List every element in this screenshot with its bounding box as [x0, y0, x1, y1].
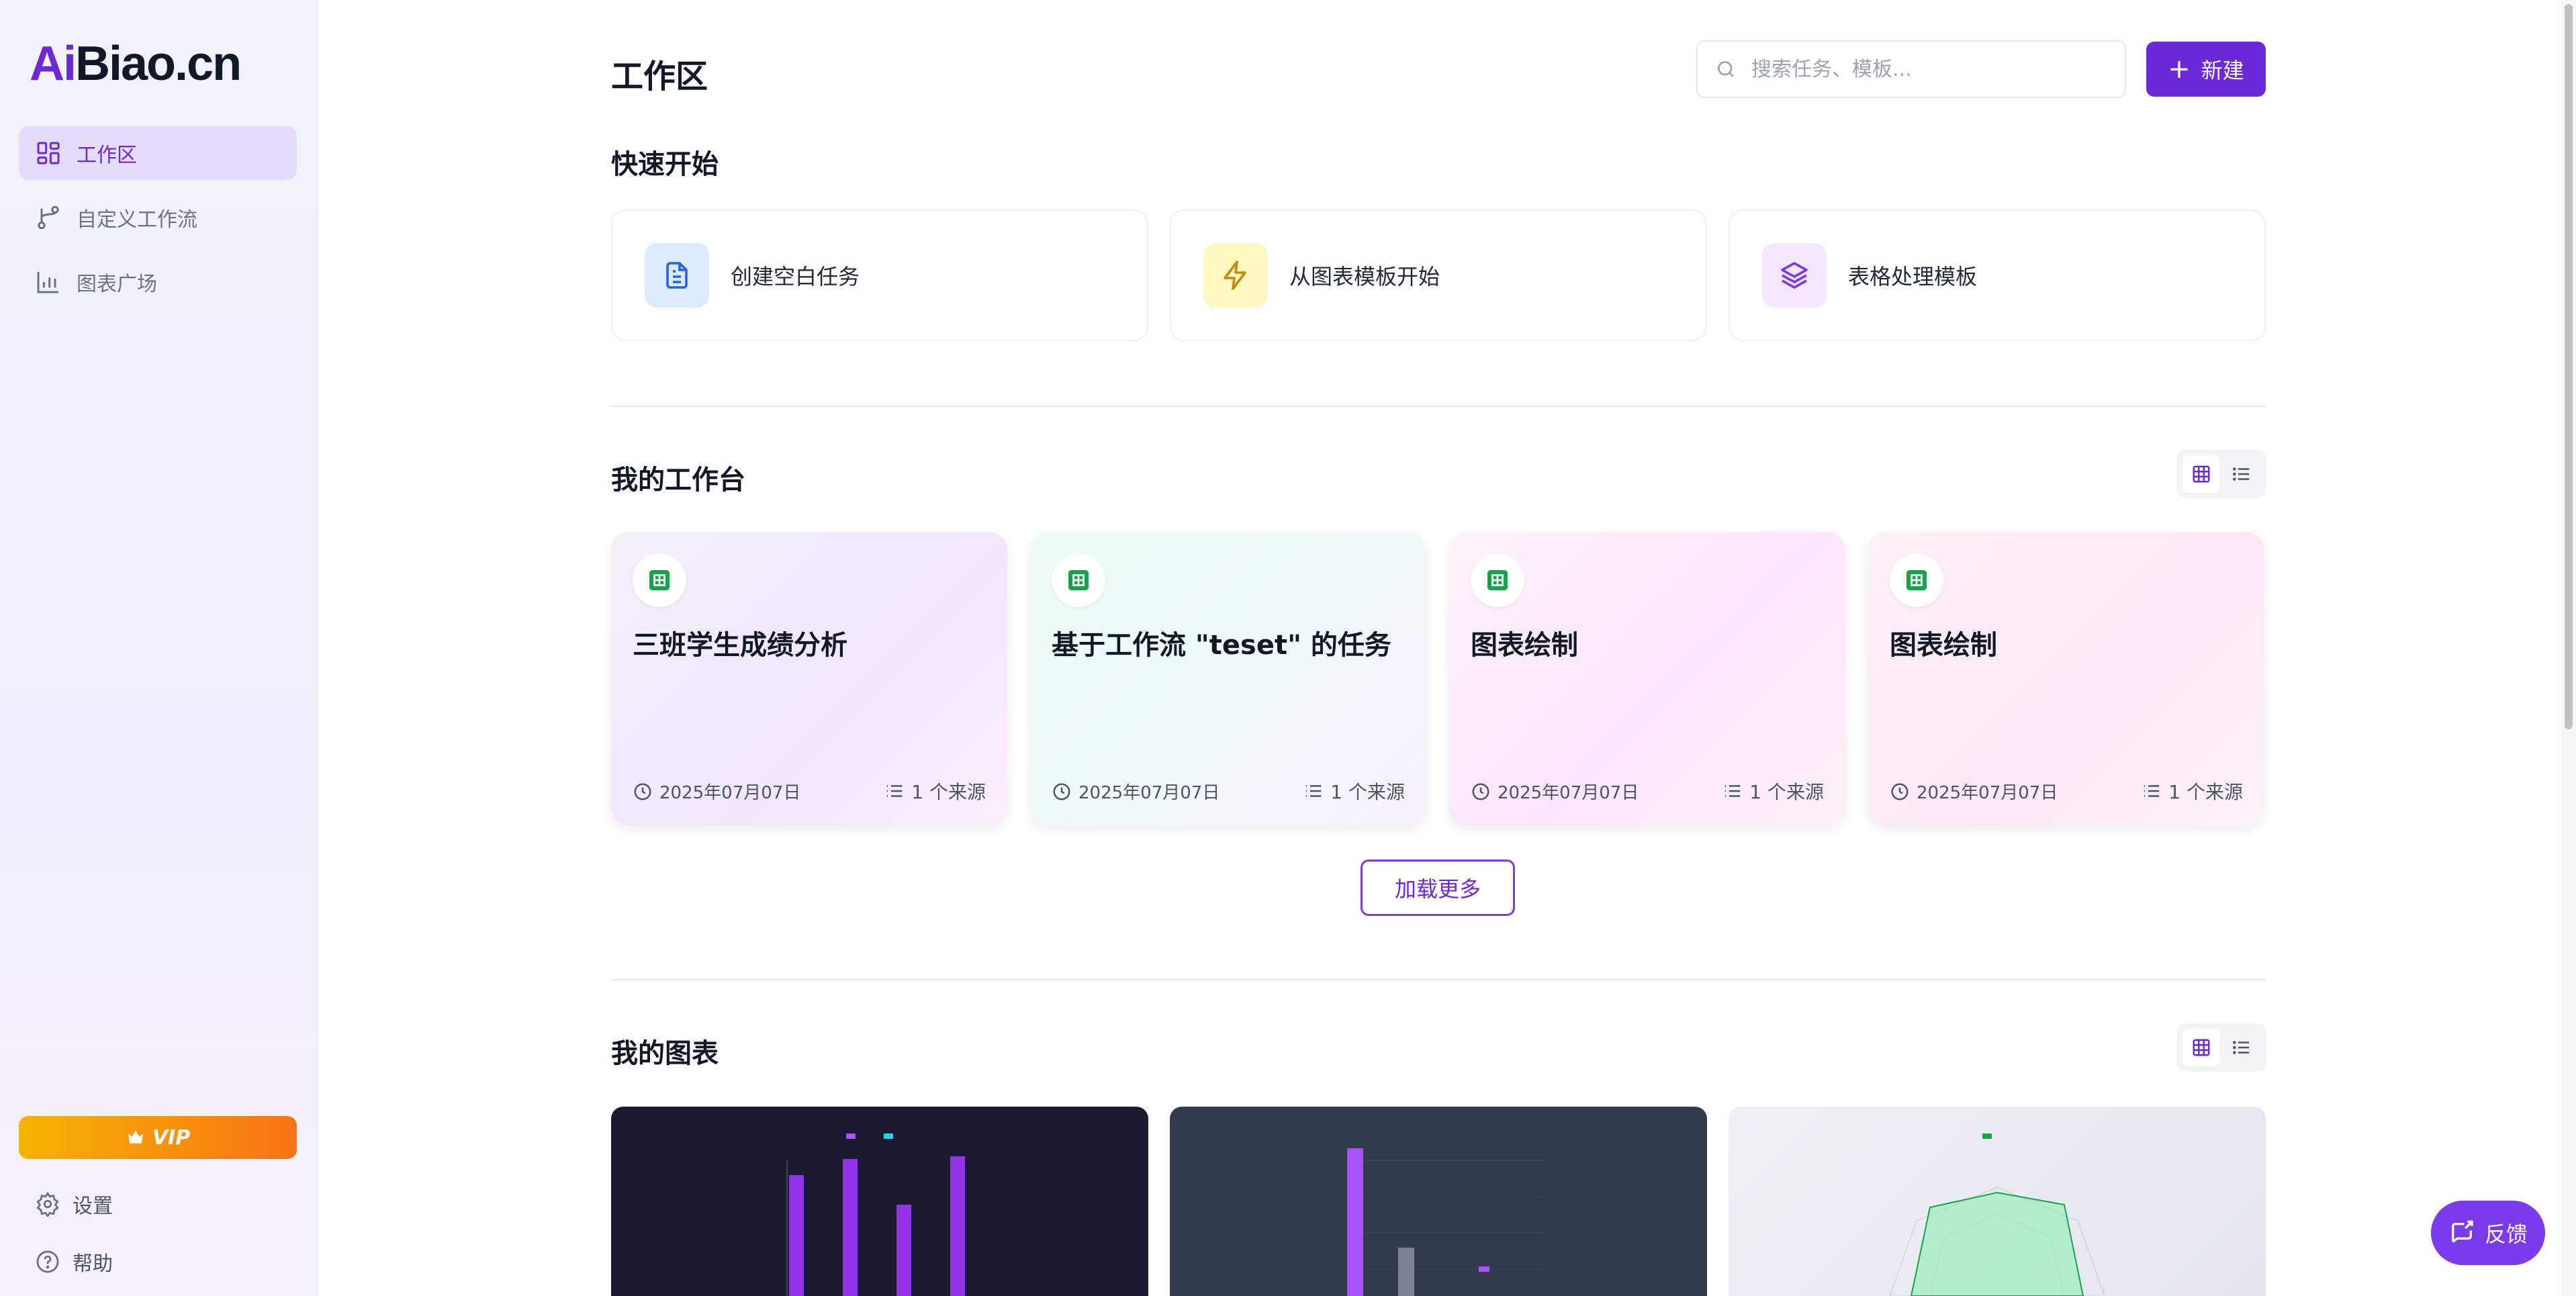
work-card-title: 图表绘制	[1471, 630, 1578, 661]
spreadsheet-icon	[1068, 570, 1089, 590]
work-card[interactable]: 基于工作流 "teset" 的任务 2025年07月07日 1 个来源	[1030, 532, 1426, 826]
help-circle-icon	[36, 1250, 59, 1273]
feedback-icon	[2451, 1220, 2473, 1243]
lightning-icon	[1224, 261, 1246, 290]
work-card-date: 2025年07月07日	[1052, 779, 1220, 804]
feedback-button[interactable]: 反馈	[2431, 1201, 2545, 1265]
workbench-title: 我的工作台	[611, 465, 745, 496]
work-card-title: 三班学生成绩分析	[633, 630, 847, 661]
sidebar: AiBiao.cn 工作区 自定义工作流 图表广场 VIP 设置 帮助	[0, 0, 318, 1296]
search-input[interactable]	[1751, 57, 2114, 81]
bar-chart-icon	[37, 272, 58, 293]
list-icon	[1306, 785, 1322, 797]
work-card-title: 图表绘制	[1890, 630, 1997, 661]
page-title: 工作区	[611, 58, 708, 95]
clock-icon	[1891, 783, 1908, 800]
clock-icon	[1053, 783, 1070, 800]
chart-thumbnail[interactable]	[1729, 1107, 2266, 1296]
sheet-badge	[1890, 553, 1943, 607]
list-icon	[2233, 467, 2250, 481]
dashboard-icon	[37, 142, 60, 165]
sheet-badge	[1052, 553, 1105, 607]
radar-chart-preview	[1889, 1133, 2105, 1296]
section-divider	[611, 406, 2266, 407]
work-card-title: 基于工作流 "teset" 的任务	[1052, 630, 1391, 661]
clock-icon	[634, 783, 651, 800]
quick-icon-wrap	[1203, 243, 1268, 308]
bar-chart-preview	[786, 1133, 965, 1296]
sidebar-item-custom-workflow[interactable]: 自定义工作流	[19, 191, 297, 244]
sidebar-nav: 工作区 自定义工作流 图表广场	[19, 126, 297, 320]
search-icon	[1718, 61, 1734, 77]
scrollbar-thumb[interactable]	[2565, 4, 2573, 729]
sheet-badge	[633, 553, 686, 607]
charts-title: 我的图表	[611, 1038, 719, 1069]
work-card-sources: 1 个来源	[1722, 778, 1824, 804]
bar-chart-preview	[1347, 1148, 1546, 1296]
grid-icon	[2193, 1039, 2210, 1056]
work-card-sources: 1 个来源	[2142, 778, 2243, 804]
quick-card-blank-task[interactable]: 创建空白任务	[611, 210, 1148, 341]
sidebar-item-label: 自定义工作流	[77, 208, 197, 232]
crown-icon	[128, 1131, 144, 1144]
quick-icon-wrap	[645, 243, 709, 308]
gear-icon	[36, 1191, 59, 1217]
quick-icon-wrap	[1762, 243, 1827, 308]
search-box[interactable]	[1696, 40, 2126, 98]
page-scrollbar[interactable]	[2561, 0, 2576, 1296]
work-card[interactable]: 图表绘制 2025年07月07日 1 个来源	[1449, 532, 1845, 826]
sidebar-bottom: 设置 帮助	[35, 1175, 113, 1291]
workbench-view-toggle	[2177, 450, 2266, 498]
list-icon	[887, 785, 903, 797]
list-view-button[interactable]	[2223, 1029, 2260, 1066]
layers-icon	[1781, 262, 1808, 289]
load-more-button[interactable]: 加载更多	[1361, 860, 1515, 916]
spreadsheet-icon	[1906, 570, 1927, 590]
quick-card-chart-template[interactable]: 从图表模板开始	[1170, 210, 1707, 341]
list-icon	[1725, 785, 1741, 797]
new-button[interactable]: + 新建	[2146, 42, 2266, 97]
quick-card-label: 创建空白任务	[731, 264, 860, 289]
sidebar-item-workspace[interactable]: 工作区	[19, 126, 297, 180]
charts-view-toggle	[2177, 1023, 2266, 1072]
quick-card-label: 从图表模板开始	[1289, 264, 1440, 289]
document-icon	[666, 262, 688, 289]
app-logo[interactable]: AiBiao.cn	[30, 36, 242, 91]
quick-start-title: 快速开始	[611, 149, 719, 180]
workflow-icon	[38, 205, 59, 230]
chart-thumbnail[interactable]	[1170, 1107, 1707, 1296]
quick-card-label: 表格处理模板	[1848, 264, 1978, 289]
spreadsheet-icon	[1487, 570, 1508, 590]
spreadsheet-icon	[649, 570, 670, 590]
section-divider	[611, 979, 2266, 980]
work-card-sources: 1 个来源	[1303, 778, 1405, 804]
grid-view-button[interactable]	[2182, 455, 2220, 493]
sidebar-item-chart-plaza[interactable]: 图表广场	[19, 255, 297, 309]
vip-button[interactable]: VIP	[19, 1116, 297, 1159]
chart-thumbnail[interactable]	[611, 1107, 1148, 1296]
list-icon	[2233, 1041, 2250, 1054]
work-card-date: 2025年07月07日	[1471, 779, 1639, 804]
clock-icon	[1472, 783, 1489, 800]
work-card-date: 2025年07月07日	[633, 779, 800, 804]
list-icon	[2144, 785, 2160, 797]
list-view-button[interactable]	[2223, 455, 2260, 493]
plus-icon: +	[2168, 54, 2191, 85]
sidebar-item-label: 工作区	[77, 144, 137, 167]
sheet-badge	[1471, 553, 1524, 607]
work-card-sources: 1 个来源	[884, 778, 986, 804]
grid-icon	[2193, 465, 2210, 483]
work-card[interactable]: 图表绘制 2025年07月07日 1 个来源	[1868, 532, 2264, 826]
help-link[interactable]: 帮助	[35, 1233, 113, 1291]
settings-link[interactable]: 设置	[35, 1175, 113, 1233]
quick-card-table-template[interactable]: 表格处理模板	[1729, 210, 2266, 341]
work-card[interactable]: 三班学生成绩分析 2025年07月07日 1 个来源	[611, 532, 1007, 826]
grid-view-button[interactable]	[2182, 1029, 2220, 1066]
work-card-date: 2025年07月07日	[1890, 779, 2058, 804]
sidebar-item-label: 图表广场	[77, 273, 157, 296]
